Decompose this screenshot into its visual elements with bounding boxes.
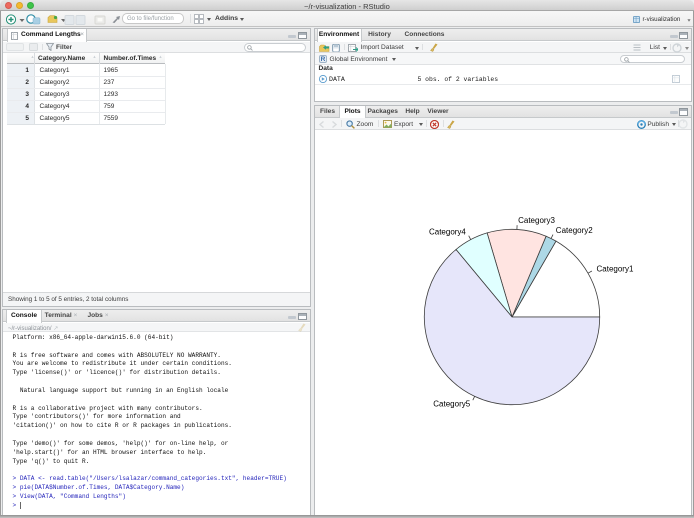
svg-text:R: R — [320, 56, 325, 63]
